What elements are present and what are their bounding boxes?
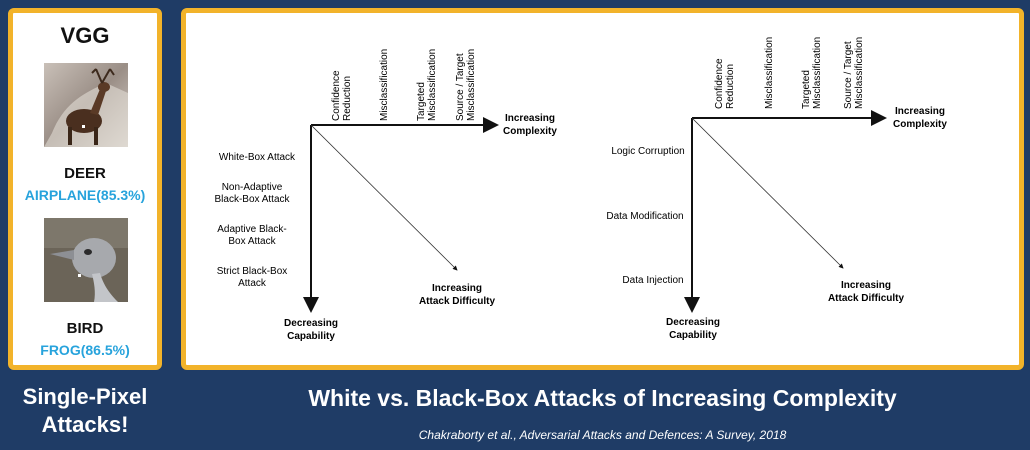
- y-axis-label: Decreasing Capability: [666, 317, 720, 341]
- caption-line-1: Single-Pixel: [22, 384, 148, 409]
- y-axis-label: Decreasing Capability: [284, 318, 338, 342]
- top-label-confidence-reduction: ConfidenceReduction: [331, 70, 353, 121]
- caption-line-2: Attacks!: [41, 412, 129, 437]
- difficulty-diagonal-arrow: [691, 117, 844, 269]
- side-label-data-modification: Data Modification: [606, 211, 683, 222]
- top-label-misclassification: Misclassification: [379, 49, 390, 121]
- single-pixel-caption: Single-Pixel Attacks!: [0, 383, 170, 439]
- difficulty-diagonal-arrow: [310, 124, 458, 271]
- diagonal-label: Increasing Attack Difficulty: [419, 283, 496, 307]
- side-label-data-injection: Data Injection: [622, 275, 683, 286]
- top-label-misclassification: Misclassification: [764, 37, 775, 109]
- side-label-strict-black-box: Strict Black-Box Attack: [217, 266, 288, 289]
- data-attack-diagram: ConfidenceReduction Misclassification Ta…: [606, 37, 947, 341]
- slide-title: White vs. Black-Box Attacks of Increasin…: [308, 385, 897, 411]
- top-label-targeted-misclassification: TargetedMisclassification: [416, 49, 438, 121]
- top-label-confidence-reduction: ConfidenceReduction: [714, 58, 736, 109]
- side-label-non-adaptive-black-box: Non-Adaptive Black-Box Attack: [214, 182, 290, 205]
- side-label-logic-corruption: Logic Corruption: [611, 146, 684, 157]
- side-label-adaptive-black-box: Adaptive Black-Box Attack: [217, 224, 286, 247]
- diagonal-label: Increasing Attack Difficulty: [828, 280, 905, 304]
- top-label-targeted-misclassification: TargetedMisclassification: [801, 37, 823, 109]
- x-axis-label: Increasing Complexity: [893, 106, 947, 130]
- top-label-source-target-misclassification: Source / TargetMisclassification: [455, 49, 477, 121]
- x-axis-label: Increasing Complexity: [503, 113, 557, 137]
- citation: Chakraborty et al., Adversarial Attacks …: [418, 428, 787, 442]
- white-black-box-diagram: ConfidenceReduction Misclassification Ta…: [214, 49, 557, 342]
- side-label-white-box: White-Box Attack: [219, 152, 296, 163]
- top-label-source-target-misclassification: Source / TargetMisclassification: [843, 37, 865, 109]
